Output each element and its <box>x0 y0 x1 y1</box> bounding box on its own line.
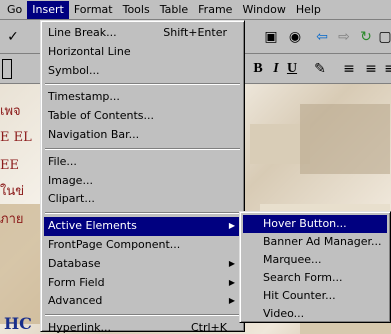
stop-icon[interactable]: ▢ <box>376 28 391 46</box>
menu-item-file[interactable]: File... <box>44 153 241 172</box>
forward-icon[interactable]: ⇨ <box>335 28 353 46</box>
menu-window[interactable]: Window <box>237 1 290 19</box>
align-right-icon[interactable]: ≡ <box>381 60 391 78</box>
menu-item-shortcut: Ctrl+K <box>190 321 227 334</box>
image-icon[interactable]: ▣ <box>262 28 280 46</box>
menu-item-label: Timestamp... <box>48 90 120 104</box>
menu-item-form-field[interactable]: Form Field ▶ <box>44 274 241 293</box>
submenu-item-search-form[interactable]: Search Form... <box>243 269 387 287</box>
menu-item-image[interactable]: Image... <box>44 172 241 191</box>
menu-insert[interactable]: Insert <box>27 0 69 19</box>
menu-item-line-break[interactable]: Line Break... Shift+Enter <box>44 24 241 43</box>
menu-item-label: Database <box>48 256 101 270</box>
submenu-arrow-icon: ▶ <box>228 296 235 306</box>
doc-text-fragment: เพจ <box>0 104 21 119</box>
menu-item-label: Line Break... <box>48 26 117 39</box>
menu-item-horizontal-line[interactable]: Horizontal Line <box>44 43 241 62</box>
hyperlink-icon[interactable]: ◉ <box>286 28 304 46</box>
menu-item-label: Advanced <box>48 294 103 308</box>
menu-item-label: Image... <box>48 173 93 187</box>
submenu-item-video[interactable]: Video... <box>243 305 387 323</box>
submenu-item-label: Banner Ad Manager... <box>263 235 382 248</box>
menu-item-label: FrontPage Component... <box>48 237 181 251</box>
submenu-item-label: Search Form... <box>263 271 343 284</box>
menu-go[interactable]: Go <box>2 1 27 19</box>
submenu-item-label: Hit Counter... <box>263 289 336 302</box>
doc-text-fragment: ภาย <box>0 212 24 227</box>
doc-text-fragment: EE <box>0 158 19 173</box>
back-icon[interactable]: ⇦ <box>313 28 331 46</box>
menu-item-timestamp[interactable]: Timestamp... <box>44 88 241 107</box>
style-dropdown[interactable] <box>2 59 12 79</box>
menu-item-label: Table of Contents... <box>48 109 155 123</box>
align-left-icon[interactable]: ≡ <box>340 60 358 78</box>
menu-item-shortcut: Shift+Enter <box>163 26 227 39</box>
menu-separator <box>44 80 241 88</box>
align-center-icon[interactable]: ≡ <box>362 60 380 78</box>
menu-table[interactable]: Table <box>155 1 193 19</box>
menu-separator <box>44 145 241 153</box>
submenu-arrow-icon: ▶ <box>228 277 235 287</box>
menu-separator <box>44 311 241 319</box>
menu-bar: Go Insert Format Tools Table Frame Window Help <box>0 0 391 20</box>
menu-item-label: Form Field <box>48 275 105 289</box>
menu-item-label: Navigation Bar... <box>48 127 140 141</box>
bold-button[interactable]: B <box>248 59 268 79</box>
menu-frame[interactable]: Frame <box>193 1 237 19</box>
menu-help[interactable]: Help <box>291 1 326 19</box>
doc-text-fragment: ในข่ <box>0 184 25 199</box>
menu-item-hyperlink[interactable]: Hyperlink... Ctrl+K <box>44 319 241 334</box>
submenu-item-label: Video... <box>263 307 305 320</box>
menu-item-active-elements[interactable]: Active Elements ▶ <box>44 217 241 236</box>
underline-button[interactable]: U <box>282 59 302 79</box>
menu-item-symbol[interactable]: Symbol... <box>44 62 241 81</box>
menu-item-label: File... <box>48 154 77 168</box>
insert-menu: Line Break... Shift+Enter Horizontal Line S… <box>40 20 245 334</box>
submenu-arrow-icon: ▶ <box>228 258 235 268</box>
submenu-item-hit-counter[interactable]: Hit Counter... <box>243 287 387 305</box>
submenu-item-label: Marquee... <box>263 253 322 266</box>
active-elements-submenu: Hover Button... Banner Ad Manager... Marqu… <box>239 211 391 323</box>
menu-item-table-of-contents[interactable]: Table of Contents... <box>44 107 241 126</box>
submenu-item-banner-ad-manager[interactable]: Banner Ad Manager... <box>243 233 387 251</box>
submenu-arrow-icon: ▶ <box>228 221 235 231</box>
photo-fragment <box>300 104 390 174</box>
menu-item-label: Active Elements <box>48 219 137 233</box>
submenu-item-marquee[interactable]: Marquee... <box>243 251 387 269</box>
menu-item-database[interactable]: Database ▶ <box>44 255 241 274</box>
menu-item-navigation-bar[interactable]: Navigation Bar... <box>44 126 241 145</box>
menu-item-label: Horizontal Line <box>48 44 131 58</box>
menu-separator <box>44 209 241 217</box>
menu-item-label: Hyperlink... <box>48 321 111 334</box>
submenu-item-hover-button[interactable]: Hover Button... <box>243 215 387 233</box>
menu-item-frontpage-component[interactable]: FrontPage Component... <box>44 236 241 255</box>
menu-item-advanced[interactable]: Advanced ▶ <box>44 292 241 311</box>
menu-format[interactable]: Format <box>69 1 118 19</box>
highlight-color-icon[interactable]: ✎ <box>311 60 329 78</box>
menu-item-label: Symbol... <box>48 63 100 77</box>
refresh-icon[interactable]: ↻ <box>357 28 375 46</box>
menu-tools[interactable]: Tools <box>118 1 155 19</box>
doc-heading-fragment: HC <box>4 314 32 333</box>
spell-check-icon[interactable]: ✓ <box>4 28 22 46</box>
doc-text-fragment: E EL <box>0 130 32 145</box>
menu-item-clipart[interactable]: Clipart... <box>44 190 241 209</box>
submenu-item-label: Hover Button... <box>263 217 347 230</box>
menu-item-label: Clipart... <box>48 192 95 206</box>
